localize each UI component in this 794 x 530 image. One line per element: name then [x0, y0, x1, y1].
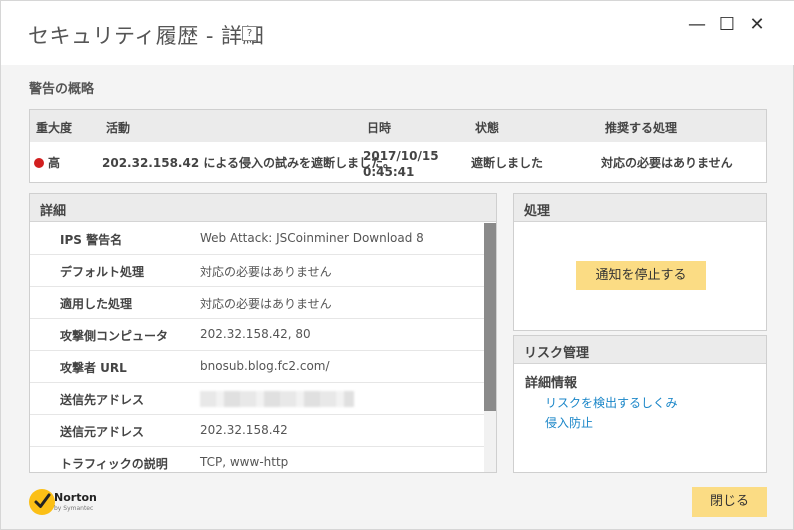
date-value: 2017/10/15: [363, 149, 439, 163]
close-button[interactable]: 閉じる: [692, 487, 767, 517]
recommended-value: 対応の必要はありません: [601, 156, 733, 170]
detail-value: 202.32.158.42, 80: [200, 327, 311, 341]
window-title: セキュリティ履歴 - 詳細: [28, 24, 265, 48]
detail-key: 送信先アドレス: [60, 393, 145, 407]
help-icon[interactable]: ?: [242, 26, 257, 41]
summary-section-title: 警告の概略: [29, 82, 95, 97]
header-activity: 活動: [106, 121, 131, 135]
activity-value: 202.32.158.42 による侵入の試みを遮断しました。: [102, 156, 395, 170]
header-status: 状態: [475, 121, 500, 135]
detail-key: 送信元アドレス: [60, 425, 145, 439]
maximize-button[interactable]: ☐: [717, 15, 737, 35]
header-recommended: 推奨する処理: [605, 121, 678, 135]
detail-value: 対応の必要はありません: [200, 265, 332, 279]
detail-row-destination-address: 送信先アドレス: [30, 383, 484, 415]
detail-value: 202.32.158.42: [200, 423, 288, 437]
risk-details-subtitle: 詳細情報: [525, 376, 578, 391]
detail-key: IPS 警告名: [60, 233, 123, 247]
detail-key: トラフィックの説明: [60, 457, 168, 471]
minimize-button[interactable]: —: [687, 15, 707, 35]
details-scrollbar-thumb[interactable]: [484, 223, 496, 411]
risk-panel-title: リスク管理: [514, 336, 766, 364]
risk-management-panel: リスク管理 詳細情報 リスクを検出するしくみ 侵入防止: [513, 335, 767, 473]
detail-row-attacker-computer: 攻撃側コンピュータ 202.32.158.42, 80: [30, 319, 484, 351]
time-value: 0:45:41: [363, 165, 415, 179]
detail-key: デフォルト処理: [60, 265, 145, 279]
intrusion-prevention-link[interactable]: 侵入防止: [545, 414, 593, 431]
security-history-window: セキュリティ履歴 - 詳細 ? — ☐ ✕ 警告の概略 重大度 活動 日時 状態…: [0, 0, 794, 530]
norton-logo: Norton by Symantec: [29, 489, 109, 517]
detail-key: 攻撃側コンピュータ: [60, 329, 169, 343]
detail-key: 攻撃者 URL: [60, 361, 127, 375]
logo-byline: by Symantec: [54, 505, 94, 512]
checkmark-icon: [29, 489, 55, 515]
header-datetime: 日時: [367, 121, 392, 135]
detail-row-attacker-url: 攻撃者 URL bnosub.blog.fc2.com/: [30, 351, 484, 383]
detail-row-ips-name: IPS 警告名 Web Attack: JSCoinminer Download…: [30, 223, 484, 255]
detail-row-source-address: 送信元アドレス 202.32.158.42: [30, 415, 484, 447]
detail-row-default-action: デフォルト処理 対応の必要はありません: [30, 255, 484, 287]
title-bar: セキュリティ履歴 - 詳細 ? — ☐ ✕: [1, 1, 794, 65]
status-value: 遮断しました: [471, 156, 544, 170]
details-panel-title: 詳細: [30, 194, 496, 222]
action-panel: 処理 通知を停止する: [513, 193, 767, 331]
detail-value: Web Attack: JSCoinminer Download 8: [200, 231, 424, 245]
stop-notification-button[interactable]: 通知を停止する: [576, 261, 706, 290]
detail-value: bnosub.blog.fc2.com/: [200, 359, 330, 373]
close-window-button[interactable]: ✕: [747, 15, 767, 35]
detail-row-traffic-description: トラフィックの説明 TCP, www-http: [30, 447, 484, 472]
alert-summary-table: 重大度 活動 日時 状態 推奨する処理 高 202.32.158.42 による侵…: [29, 109, 767, 183]
detail-row-applied-action: 適用した処理 対応の必要はありません: [30, 287, 484, 319]
detail-value: 対応の必要はありません: [200, 297, 332, 311]
header-severity: 重大度: [36, 121, 73, 135]
severity-high-icon: [34, 158, 44, 168]
risk-detection-link[interactable]: リスクを検出するしくみ: [545, 394, 677, 411]
detail-key: 適用した処理: [60, 297, 133, 311]
details-panel: 詳細 IPS 警告名 Web Attack: JSCoinminer Downl…: [29, 193, 497, 473]
detail-value: TCP, www-http: [200, 455, 289, 469]
summary-header-row: 重大度 活動 日時 状態 推奨する処理: [30, 110, 766, 142]
redacted-value: [200, 391, 354, 407]
action-panel-title: 処理: [514, 194, 766, 222]
severity-value: 高: [48, 156, 61, 170]
logo-brand-name: Norton: [54, 491, 97, 504]
